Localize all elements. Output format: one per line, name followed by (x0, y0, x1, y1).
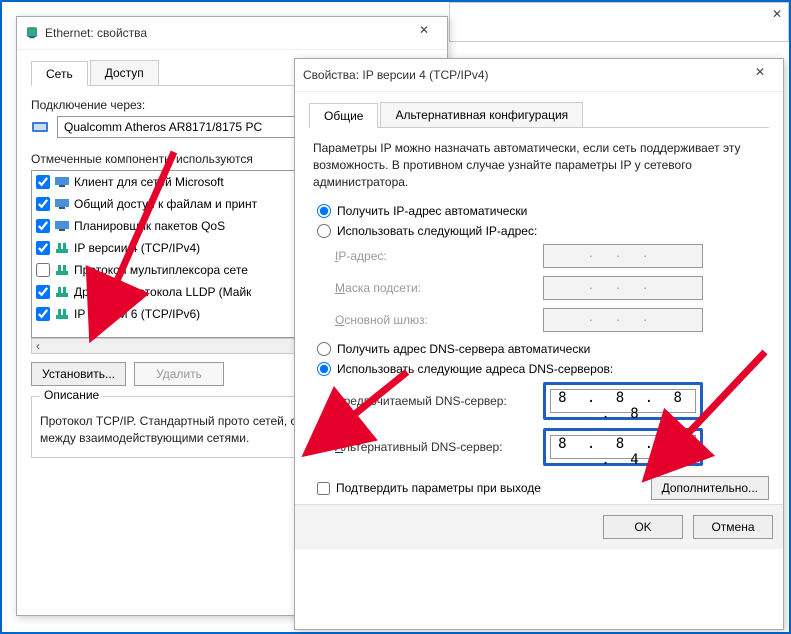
list-item-label: IP версии 4 (TCP/IPv4) (74, 241, 200, 255)
checkbox[interactable] (36, 285, 50, 299)
subnet-mask-field: . . . (543, 276, 703, 300)
preferred-dns-field[interactable]: 8 . 8 . 8 . 8 (550, 389, 696, 413)
checkbox[interactable] (36, 263, 50, 277)
ipv4-footer: OK Отмена (295, 504, 783, 549)
radio-dns-manual-label: Использовать следующие адреса DNS-сервер… (337, 362, 613, 376)
radio-dns-manual[interactable] (317, 362, 331, 376)
tab-network[interactable]: Сеть (31, 61, 88, 86)
remove-button[interactable]: Удалить (134, 362, 224, 386)
tab-general[interactable]: Общие (309, 103, 378, 128)
alternate-dns-label: Альтернативный DNS-сервер: (335, 440, 535, 454)
gateway-label: Основной шлюз: (335, 313, 535, 327)
adapter-icon (31, 118, 49, 136)
checkbox[interactable] (36, 197, 50, 211)
lldp-icon (54, 285, 70, 299)
ethernet-titlebar: Ethernet: свойства ✕ (17, 17, 447, 50)
radio-ip-manual[interactable] (317, 224, 331, 238)
list-item-label: Клиент для сетей Microsoft (74, 175, 224, 189)
checkbox[interactable] (36, 307, 50, 321)
radio-ip-auto[interactable] (317, 204, 331, 218)
radio-dns-auto[interactable] (317, 342, 331, 356)
ethernet-title: Ethernet: свойства (45, 26, 409, 40)
close-icon[interactable]: ✕ (772, 7, 782, 21)
ethernet-icon (25, 26, 39, 40)
radio-ip-auto-label: Получить IP-адрес автоматически (337, 204, 527, 218)
checkbox[interactable] (36, 219, 50, 233)
description-title: Описание (40, 388, 103, 402)
ipv6-icon (54, 307, 70, 321)
advanced-button[interactable]: Дополнительно... (651, 476, 769, 500)
checkbox[interactable] (36, 175, 50, 189)
ipv4-titlebar: Свойства: IP версии 4 (TCP/IPv4) ✕ (295, 59, 783, 92)
close-icon[interactable]: ✕ (409, 23, 439, 43)
install-button[interactable]: Установить... (31, 362, 126, 386)
background-window: ✕ (449, 2, 789, 42)
multiplexor-icon (54, 263, 70, 277)
ipv4-tabs: Общие Альтернативная конфигурация (309, 102, 769, 128)
subnet-mask-label: Маска подсети: (335, 281, 535, 295)
ip-address-label: IIP-адрес:P-адрес: (335, 249, 535, 263)
list-item-label: Планировщик пакетов QoS (74, 219, 225, 233)
ipv4-help-paragraph: Параметры IP можно назначать автоматичес… (313, 140, 765, 190)
tab-alternate-config[interactable]: Альтернативная конфигурация (380, 102, 583, 127)
validate-on-exit-label: Подтвердить параметры при выходе (336, 481, 541, 495)
ipv4-title: Свойства: IP версии 4 (TCP/IPv4) (303, 68, 745, 82)
tab-access[interactable]: Доступ (90, 60, 159, 85)
list-item-label: IP версии 6 (TCP/IPv6) (74, 307, 200, 321)
close-icon[interactable]: ✕ (745, 65, 775, 85)
qos-icon (54, 219, 70, 233)
preferred-dns-highlight: 8 . 8 . 8 . 8 (543, 382, 703, 420)
radio-ip-manual-label: Использовать следующий IP-адрес: (337, 224, 537, 238)
file-share-icon (54, 197, 70, 211)
ip-address-field: . . . (543, 244, 703, 268)
list-item-label: Общий доступ к файлам и принт (74, 197, 257, 211)
cancel-button[interactable]: Отмена (693, 515, 773, 539)
alternate-dns-highlight: 8 . 8 . 4 . 4 (543, 428, 703, 466)
checkbox[interactable] (36, 241, 50, 255)
ipv4-properties-dialog: Свойства: IP версии 4 (TCP/IPv4) ✕ Общие… (294, 58, 784, 630)
validate-on-exit-checkbox[interactable] (317, 482, 330, 495)
radio-dns-auto-label: Получить адрес DNS-сервера автоматически (337, 342, 590, 356)
ipv4-icon (54, 241, 70, 255)
list-item-label: Драйвер протокола LLDP (Майк (74, 285, 251, 299)
preferred-dns-label: Предпочитаемый DNS-сервер: (335, 394, 535, 408)
network-client-icon (54, 175, 70, 189)
gateway-field: . . . (543, 308, 703, 332)
ok-button[interactable]: OK (603, 515, 683, 539)
alternate-dns-field[interactable]: 8 . 8 . 4 . 4 (550, 435, 696, 459)
list-item-label: Протокол мультиплексора сете (74, 263, 248, 277)
